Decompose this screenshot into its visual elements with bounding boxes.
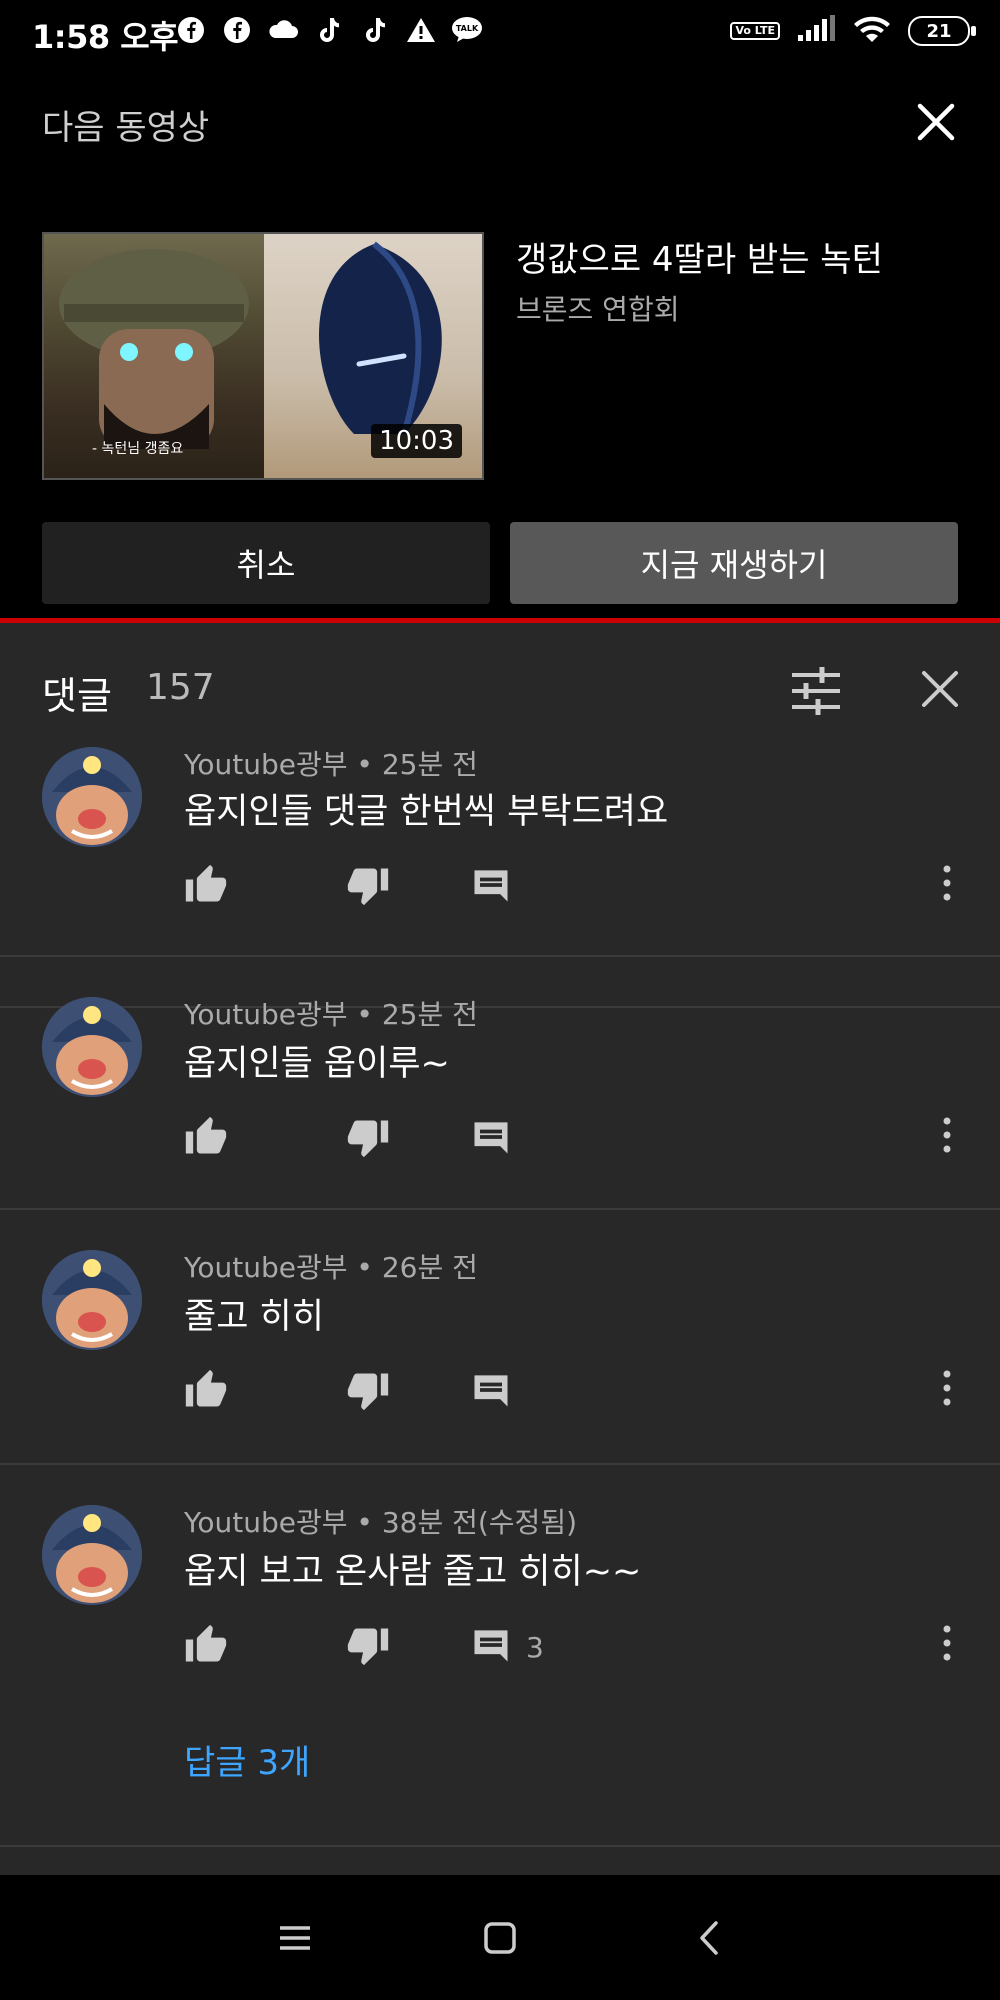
- like-icon[interactable]: [184, 863, 228, 907]
- avatar[interactable]: [42, 997, 142, 1097]
- status-bar: 1:58 오후 TALK Vo LTE 21: [0, 0, 1000, 60]
- comment-item: Youtube광부 • 25분 전 옵지인들 옵이루~: [0, 955, 1000, 1210]
- comments-header: 댓글 157: [0, 623, 1000, 753]
- facebook-icon: [221, 14, 253, 46]
- comment-text: 줄고 히히: [184, 1297, 324, 1337]
- comment-item: Youtube광부 • 38분 전(수정됨) 옵지 보고 온사람 줄고 히히~~…: [0, 1465, 1000, 1847]
- like-icon[interactable]: [184, 1115, 228, 1159]
- video-thumbnail[interactable]: - 녹턴님 갱좀요 10:03: [42, 232, 484, 480]
- more-options-icon[interactable]: [940, 1115, 954, 1155]
- volte-icon: Vo LTE: [730, 22, 780, 40]
- more-options-icon[interactable]: [940, 1623, 954, 1663]
- comment-text: 옵지인들 댓글 한번씩 부탁드려요: [184, 792, 669, 832]
- play-now-button[interactable]: 지금 재생하기: [510, 522, 958, 604]
- svg-text:TALK: TALK: [456, 24, 479, 33]
- menu-icon[interactable]: [270, 1913, 320, 1963]
- back-icon[interactable]: [685, 1913, 735, 1963]
- system-icons: Vo LTE 21: [730, 14, 976, 48]
- thumbnail-caption: - 녹턴님 갱좀요: [92, 441, 184, 457]
- reply-icon[interactable]: [469, 1115, 513, 1159]
- avatar[interactable]: [42, 1505, 142, 1605]
- comments-title: 댓글: [42, 674, 112, 718]
- cloud-icon: [267, 14, 299, 46]
- reply-icon[interactable]: [469, 1623, 513, 1667]
- reply-icon[interactable]: [469, 1368, 513, 1412]
- like-icon[interactable]: [184, 1368, 228, 1412]
- talk-icon: TALK: [451, 14, 483, 46]
- dislike-icon[interactable]: [346, 1623, 390, 1667]
- video-title[interactable]: 갱값으로 4딸라 받는 녹턴: [516, 232, 883, 281]
- more-options-icon[interactable]: [940, 1368, 954, 1408]
- up-next-panel: 다음 동영상 - 녹턴님 갱좀요 10:03 갱값으로 4딸라 받는 녹턴 브론: [0, 60, 1000, 620]
- dislike-icon[interactable]: [346, 863, 390, 907]
- comment-author-meta: Youtube광부 • 26분 전: [184, 1251, 478, 1284]
- comments-count: 157: [146, 667, 215, 708]
- wifi-icon: [852, 14, 892, 48]
- dislike-icon[interactable]: [346, 1368, 390, 1412]
- cancel-button[interactable]: 취소: [42, 522, 490, 604]
- battery-icon: 21: [908, 16, 976, 46]
- signal-icon: [796, 15, 836, 47]
- comment-author-meta: Youtube광부 • 25분 전: [184, 748, 478, 781]
- tiktok-icon: [359, 14, 391, 46]
- sort-filter-icon[interactable]: [790, 665, 842, 717]
- channel-name[interactable]: 브론즈 연합회: [516, 288, 679, 328]
- reply-icon[interactable]: [469, 863, 513, 907]
- system-nav-bar: [0, 1875, 1000, 2000]
- comment-text: 옵지 보고 온사람 줄고 히히~~: [184, 1552, 642, 1592]
- dislike-icon[interactable]: [346, 1115, 390, 1159]
- status-time: 1:58 오후: [32, 18, 179, 56]
- up-next-heading: 다음 동영상: [42, 108, 210, 148]
- tiktok-icon: [313, 14, 345, 46]
- notification-icons: TALK: [175, 14, 483, 46]
- home-icon[interactable]: [475, 1913, 525, 1963]
- comments-panel: 댓글 157 Youtube광부 • 25분 전 옵지인들 댓글 한번씩 부탁드…: [0, 623, 1000, 1875]
- comment-text: 옵지인들 옵이루~: [184, 1044, 450, 1084]
- reply-count: 3: [526, 1631, 544, 1664]
- like-icon[interactable]: [184, 1623, 228, 1667]
- view-replies-link[interactable]: 답글 3개: [184, 1735, 310, 1784]
- warning-icon: [405, 14, 437, 46]
- close-icon[interactable]: [914, 100, 958, 144]
- comment-item: Youtube광부 • 26분 전 줄고 히히: [0, 1210, 1000, 1465]
- video-duration: 10:03: [371, 424, 462, 458]
- close-icon[interactable]: [918, 667, 962, 711]
- facebook-icon: [175, 14, 207, 46]
- comment-author-meta: Youtube광부 • 25분 전: [184, 998, 478, 1031]
- avatar[interactable]: [42, 1250, 142, 1350]
- comment-author-meta: Youtube광부 • 38분 전(수정됨): [184, 1506, 578, 1539]
- avatar[interactable]: [42, 747, 142, 847]
- more-options-icon[interactable]: [940, 863, 954, 903]
